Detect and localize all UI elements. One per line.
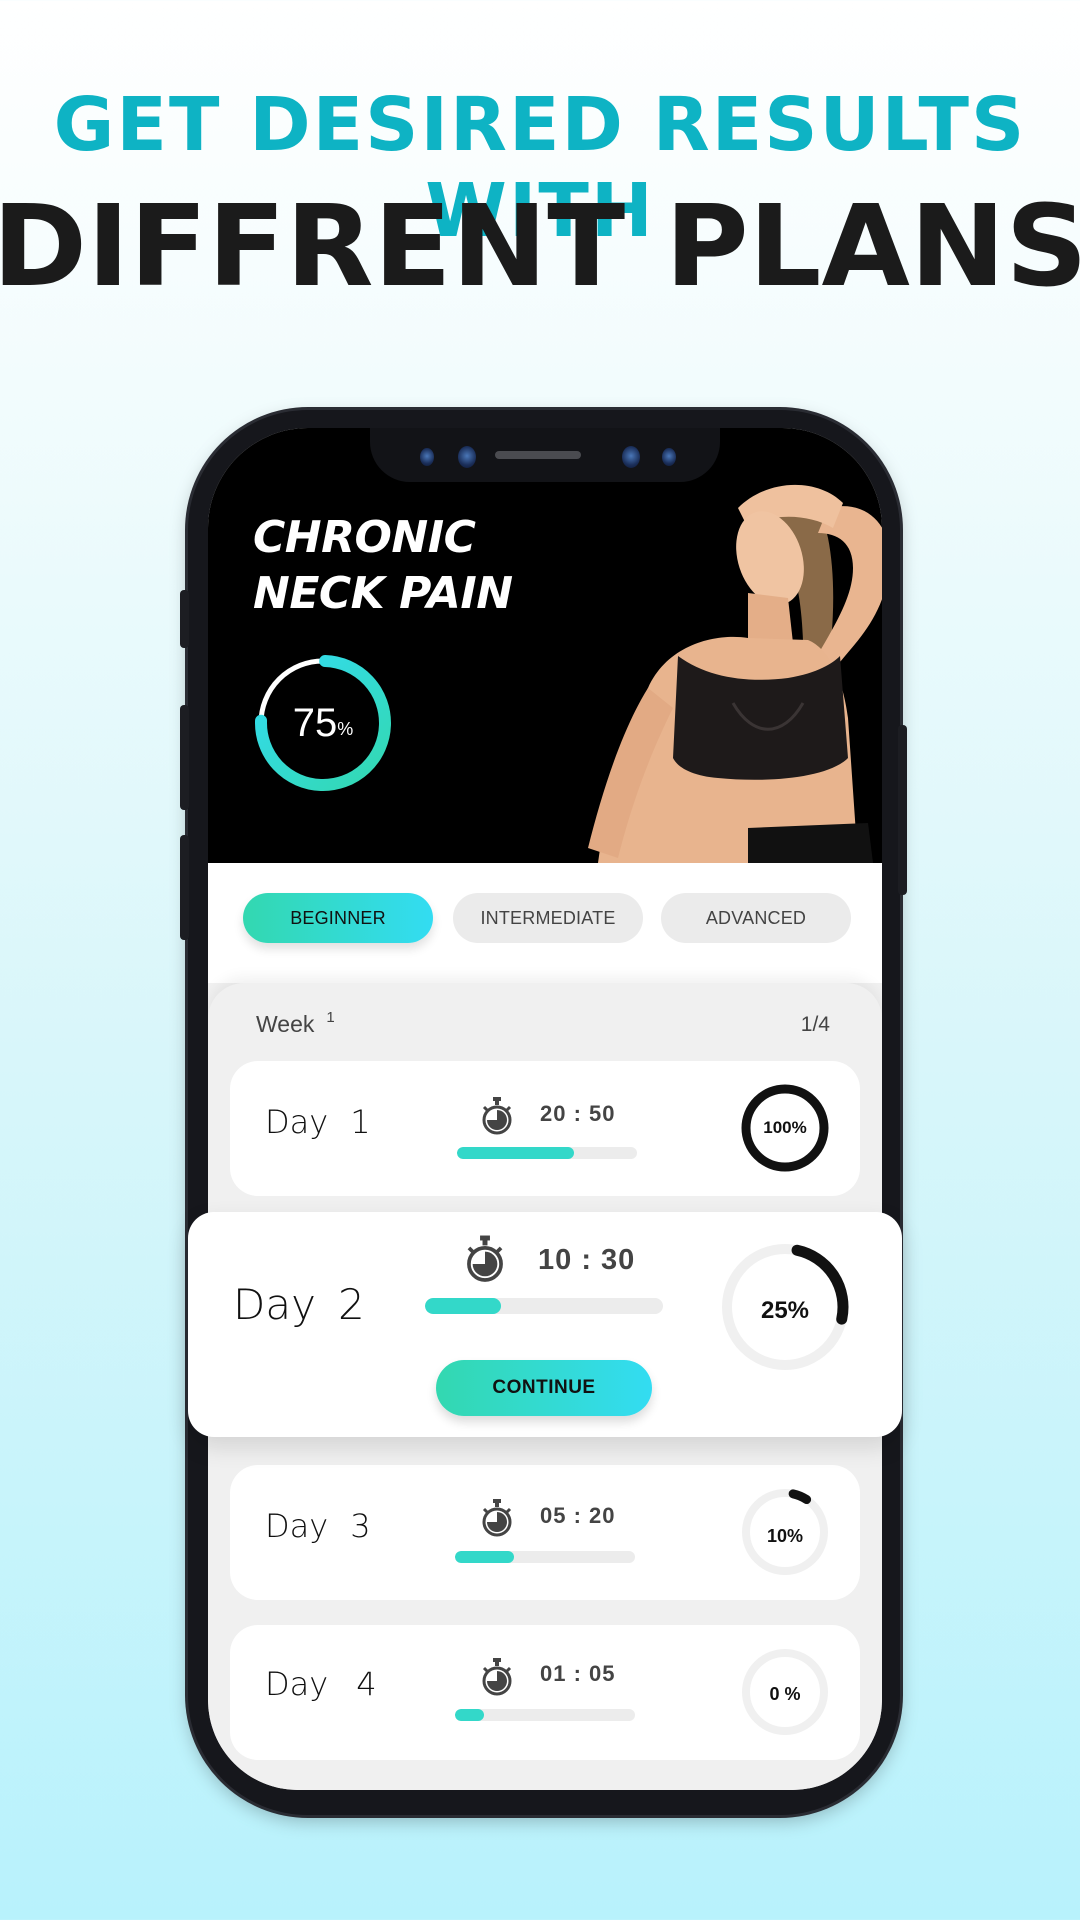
stopwatch-icon bbox=[482, 1658, 512, 1696]
headline-main: DIFFRENT PLANS bbox=[0, 182, 1080, 312]
stopwatch-icon bbox=[482, 1499, 512, 1537]
day-duration: 05 : 20 bbox=[540, 1503, 616, 1528]
hero-banner: CHRONIC NECK PAIN 75% bbox=[208, 428, 882, 863]
phone-notch bbox=[370, 428, 720, 482]
tab-intermediate[interactable]: INTERMEDIATE bbox=[453, 893, 643, 943]
day-progress-bar bbox=[425, 1298, 663, 1314]
day-duration: 01 : 05 bbox=[540, 1661, 616, 1686]
day-progress-bar bbox=[457, 1147, 637, 1159]
tab-beginner[interactable]: BEGINNER bbox=[243, 893, 433, 943]
day-label: Day 3 bbox=[265, 1507, 371, 1545]
day-completion-percent: 100% bbox=[763, 1118, 807, 1137]
speaker-grille bbox=[495, 451, 581, 459]
day-card-4[interactable]: Day 4 01 : 05 0 % bbox=[230, 1625, 860, 1760]
phone-volume-up-button bbox=[180, 705, 189, 810]
day-number: 2 bbox=[337, 1280, 365, 1329]
sensor-icon bbox=[622, 446, 640, 468]
phone-side-button bbox=[180, 590, 189, 648]
plan-progress-number: 75 bbox=[292, 700, 338, 745]
day-duration: 20 : 50 bbox=[540, 1101, 616, 1126]
plan-progress-unit: % bbox=[337, 718, 354, 739]
plan-title: CHRONIC NECK PAIN bbox=[253, 510, 513, 622]
day-completion-percent: 10% bbox=[766, 1525, 804, 1546]
day-progress-fill bbox=[455, 1551, 515, 1563]
plan-title-line2: NECK PAIN bbox=[253, 568, 513, 619]
day-number: 4 bbox=[356, 1665, 377, 1703]
week-number: 1 bbox=[326, 1009, 335, 1026]
day-label-text: Day bbox=[233, 1280, 316, 1329]
day-progress-fill bbox=[457, 1147, 574, 1159]
stopwatch-icon bbox=[482, 1097, 512, 1135]
camera-icon bbox=[420, 448, 434, 466]
day-label-text: Day bbox=[265, 1103, 329, 1141]
day-progress-bar bbox=[455, 1709, 635, 1721]
week-label: Week 1 bbox=[256, 1009, 335, 1038]
woman-stretching-image bbox=[588, 484, 882, 863]
day-number: 3 bbox=[350, 1507, 371, 1545]
phone-volume-down-button bbox=[180, 835, 189, 940]
day-progress-bar bbox=[455, 1551, 635, 1563]
plan-title-line1: CHRONIC bbox=[253, 512, 476, 563]
day-number: 1 bbox=[350, 1103, 371, 1141]
continue-button[interactable]: CONTINUE bbox=[436, 1360, 652, 1416]
camera-icon bbox=[458, 446, 476, 468]
tab-advanced[interactable]: ADVANCED bbox=[661, 893, 851, 943]
day-card-3[interactable]: Day 3 05 : 20 10% bbox=[230, 1465, 860, 1600]
day-duration: 10 : 30 bbox=[538, 1244, 636, 1276]
sensor-icon bbox=[662, 448, 676, 466]
day-card-1[interactable]: Day 1 20 : 50 100% bbox=[230, 1061, 860, 1196]
plan-progress-value: 75% bbox=[253, 653, 393, 793]
level-tabs: BEGINNER INTERMEDIATE ADVANCED bbox=[208, 863, 882, 983]
phone-screen: CHRONIC NECK PAIN 75% BEGINNER INTERMEDI… bbox=[208, 428, 882, 1790]
week-count: 1/4 bbox=[800, 1013, 830, 1036]
day-card-2-featured[interactable]: Day 2 10 : 30 25% CONTINUE bbox=[188, 1212, 902, 1437]
day-label-text: Day bbox=[265, 1665, 329, 1703]
week-label-text: Week bbox=[256, 1011, 315, 1037]
day-completion-percent: 25% bbox=[760, 1297, 810, 1324]
day-label: Day 1 bbox=[265, 1103, 371, 1141]
day-label: Day 4 bbox=[265, 1665, 377, 1703]
phone-power-button bbox=[898, 725, 907, 895]
day-completion-percent: 0 % bbox=[769, 1683, 801, 1704]
day-progress-fill bbox=[455, 1709, 484, 1721]
day-label: Day 2 bbox=[233, 1280, 365, 1329]
day-label-text: Day bbox=[265, 1507, 329, 1545]
stopwatch-icon bbox=[467, 1235, 503, 1282]
day-progress-fill bbox=[425, 1298, 502, 1314]
